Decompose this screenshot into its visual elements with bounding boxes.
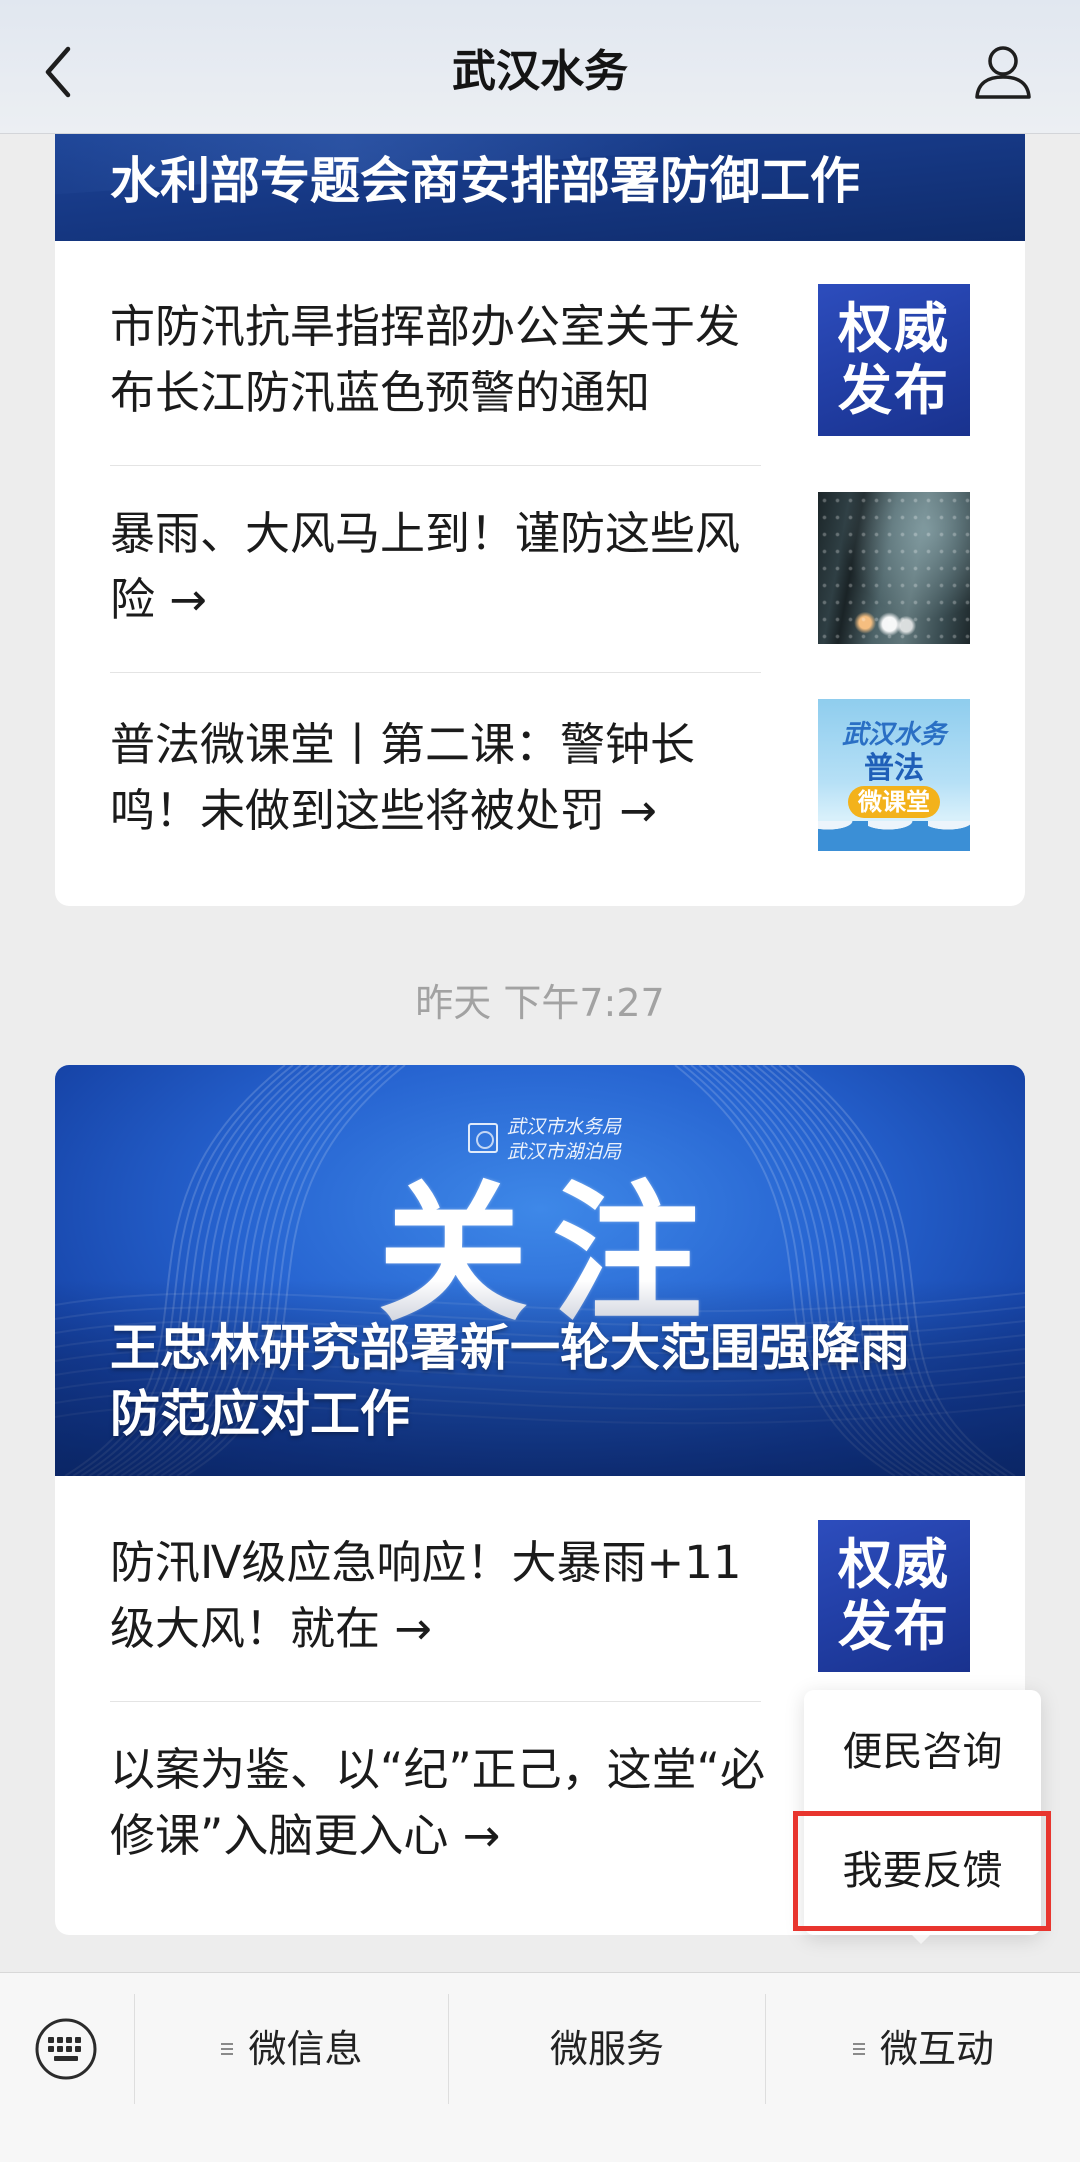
article-group-card: 水利部专题会商安排部署防御工作 市防汛抗旱指挥部办公室关于发布长江防汛蓝色预警的… <box>55 134 1025 906</box>
menu-item-feedback[interactable]: 我要反馈 <box>804 1812 1041 1931</box>
tab-wei-hudong[interactable]: 微互动 <box>766 1973 1080 2125</box>
tab-wei-xinxi[interactable]: 微信息 <box>135 1973 448 2125</box>
article-row[interactable]: 暴雨、大风马上到！谨防这些风险 → <box>55 492 1025 672</box>
tab-wei-fuwu[interactable]: 微服务 <box>449 1973 765 2125</box>
thumbnail-text: 发布 <box>838 1595 950 1658</box>
thumbnail-brand: 武汉水务 <box>841 720 946 750</box>
org-name: 武汉市湖泊局 <box>507 1141 622 1163</box>
divider <box>110 465 761 466</box>
user-icon <box>975 46 1031 99</box>
page-title: 武汉水务 <box>452 46 628 97</box>
article-title: 以案为鉴、以“纪”正己，这堂“必修课”入脑更入心 → <box>110 1743 765 1862</box>
tab-label: 微信息 <box>248 2027 363 2071</box>
tab-label: 微互动 <box>879 2027 994 2071</box>
back-button[interactable] <box>40 44 80 100</box>
article-thumbnail <box>818 492 970 644</box>
divider <box>110 1701 761 1702</box>
menu-icon <box>221 2043 234 2055</box>
thumbnail-headline: 普法 <box>864 751 924 786</box>
keyboard-icon <box>35 2018 97 2080</box>
cover-article-banner[interactable]: 武汉市水务局 武汉市湖泊局 关注 王忠林研究部署新一轮大范围强降雨防范应对工作 <box>55 1065 1025 1476</box>
tab-label: 微服务 <box>549 2027 664 2071</box>
org-name: 武汉市水务局 <box>507 1116 622 1138</box>
menu-item-consult[interactable]: 便民咨询 <box>804 1693 1041 1812</box>
divider <box>110 672 761 673</box>
top-nav-bar: 武汉水务 <box>0 0 1080 134</box>
article-title: 防汛Ⅳ级应急响应！大暴雨+11级大风！就在 → <box>110 1536 742 1655</box>
interaction-submenu: 便民咨询 我要反馈 <box>804 1690 1041 1935</box>
cover-article-title: 水利部专题会商安排部署防御工作 <box>110 152 860 210</box>
profile-button[interactable] <box>972 44 1034 100</box>
submenu-caret <box>912 1935 930 1944</box>
thumbnail-text: 权威 <box>838 297 950 360</box>
message-timestamp: 昨天 下午7:27 <box>415 981 665 1025</box>
bottom-menu-bar: 微信息 微服务 微互动 <box>0 1972 1080 2162</box>
thumbnail-tag: 微课堂 <box>848 786 940 818</box>
cover-article-banner[interactable]: 水利部专题会商安排部署防御工作 <box>55 134 1025 241</box>
org-names: 武汉市水务局 武汉市湖泊局 <box>507 1115 637 1165</box>
cover-article-title: 王忠林研究部署新一轮大范围强降雨防范应对工作 <box>110 1319 910 1443</box>
keyboard-toggle-button[interactable] <box>34 2017 98 2081</box>
menu-icon <box>852 2043 865 2055</box>
chevron-left-icon <box>45 46 71 98</box>
article-title: 市防汛抗旱指挥部办公室关于发布长江防汛蓝色预警的通知 <box>110 300 741 419</box>
article-title: 普法微课堂丨第二课：警钟长鸣！未做到这些将被处罚 → <box>110 718 696 837</box>
article-thumbnail: 武汉水务 普法 微课堂 <box>818 699 970 851</box>
org-logo <box>468 1123 498 1153</box>
article-thumbnail: 权威 发布 <box>818 284 970 436</box>
article-thumbnail: 权威 发布 <box>818 1520 970 1672</box>
article-row[interactable]: 防汛Ⅳ级应急响应！大暴雨+11级大风！就在 → 权威 发布 <box>55 1520 1025 1701</box>
thumbnail-text: 权威 <box>838 1533 950 1596</box>
article-title: 暴雨、大风马上到！谨防这些风险 → <box>110 507 741 626</box>
article-row[interactable]: 普法微课堂丨第二课：警钟长鸣！未做到这些将被处罚 → 武汉水务 普法 微课堂 <box>55 699 1025 889</box>
thumbnail-text: 发布 <box>838 359 950 422</box>
article-row[interactable]: 市防汛抗旱指挥部办公室关于发布长江防汛蓝色预警的通知 权威 发布 <box>55 284 1025 465</box>
